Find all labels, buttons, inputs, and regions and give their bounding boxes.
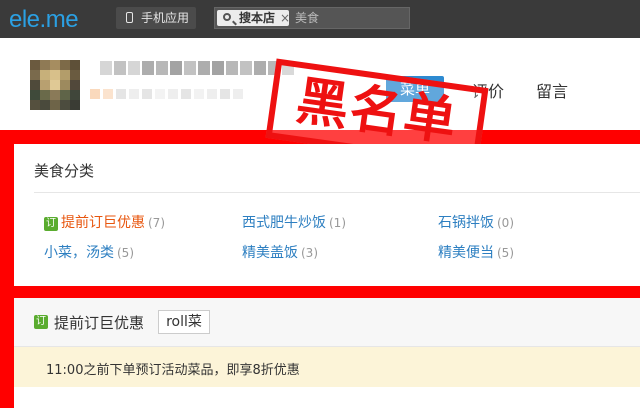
category-label: 西式肥牛炒饭 (242, 215, 326, 231)
category-label: 小菜，汤类 (44, 245, 114, 261)
restaurant-name-blurred (100, 58, 300, 78)
category-label: 提前订巨优惠 (61, 215, 145, 231)
category-count: (5) (497, 246, 514, 260)
divider (34, 192, 640, 193)
category-item-bento[interactable]: 精美便当 (5) (438, 242, 514, 262)
category-item-bibimbap[interactable]: 石锅拌饭 (0) (438, 212, 514, 232)
category-title: 美食分类 (34, 162, 95, 180)
search-icon (223, 13, 231, 21)
category-count: (5) (117, 246, 134, 260)
mobile-app-label: 手机应用 (141, 11, 190, 25)
promo-notice-text: 11:00之前下单预订活动菜品，即享8折优惠 (46, 363, 300, 378)
category-panel: 美食分类 订提前订巨优惠 (7) 西式肥牛炒饭 (1) 石锅拌饭 (0) 小菜，汤类(… (14, 144, 640, 286)
category-item-sides-soups[interactable]: 小菜，汤类 (5) (44, 242, 134, 262)
mobile-app-button[interactable]: 手机应用 (116, 7, 196, 29)
restaurant-avatar (30, 60, 80, 110)
restaurant-header: 菜单 评价 留言 黑名单 (0, 38, 640, 168)
advance-order-icon: 订 (44, 217, 58, 231)
category-count: (0) (497, 216, 514, 230)
search-input[interactable] (295, 8, 405, 28)
logo[interactable]: ele.me (9, 6, 79, 34)
category-count: (7) (148, 216, 165, 230)
search-box: 搜本店 × (214, 7, 410, 29)
tab-messages[interactable]: 留言 (536, 78, 568, 102)
section-title: 提前订巨优惠 (54, 314, 145, 332)
category-item-beef-fried-rice[interactable]: 西式肥牛炒饭 (1) (242, 212, 346, 232)
top-bar: ele.me 手机应用 搜本店 × (0, 0, 640, 38)
search-scope-label: 搜本店 (239, 11, 276, 25)
category-item-rice-bowls[interactable]: 精美盖饭 (3) (242, 242, 318, 262)
search-scope-tag[interactable]: 搜本店 × (217, 10, 290, 26)
category-count: (1) (329, 216, 346, 230)
roll-dish-button[interactable]: roll菜 (158, 310, 210, 334)
clear-scope-icon[interactable]: × (280, 10, 290, 26)
advance-order-icon: 订 (34, 315, 48, 329)
advance-order-section: 订 提前订巨优惠 roll菜 11:00之前下单预订活动菜品，即享8折优惠 (14, 298, 640, 408)
section-header: 订 提前订巨优惠 roll菜 (14, 298, 640, 347)
category-label: 石锅拌饭 (438, 215, 494, 231)
category-label: 精美盖饭 (242, 245, 298, 261)
category-label: 精美便当 (438, 245, 494, 261)
category-item-advance-order[interactable]: 订提前订巨优惠 (7) (44, 212, 165, 232)
promo-notice: 11:00之前下单预订活动菜品，即享8折优惠 (14, 347, 640, 387)
restaurant-info-blurred (90, 86, 260, 102)
category-count: (3) (301, 246, 318, 260)
phone-icon (126, 12, 133, 23)
